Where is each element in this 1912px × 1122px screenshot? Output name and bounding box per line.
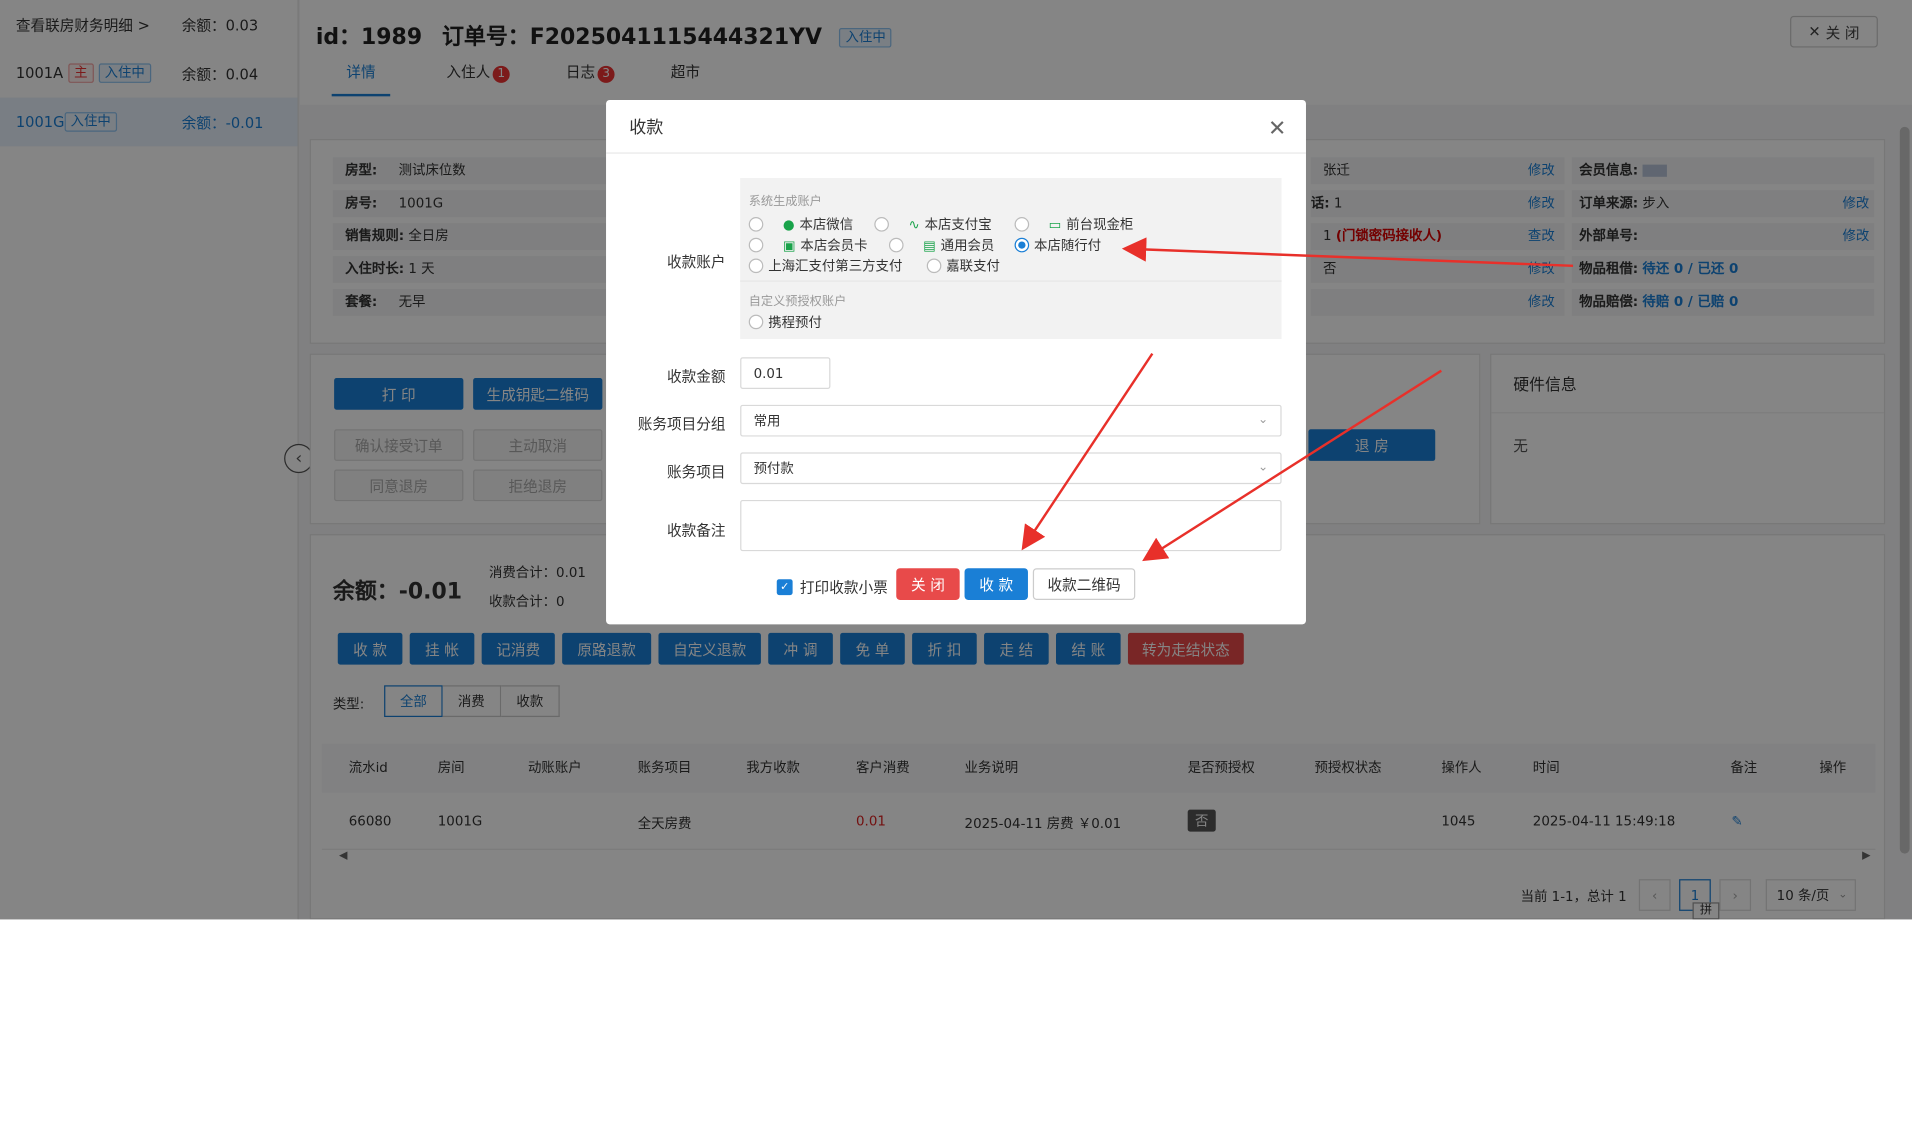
chevron-down-icon: ⌄ (1257, 413, 1269, 427)
custom-account-group: 自定义预授权账户 (748, 295, 847, 309)
option-wechat[interactable]: ● 本店微信 (748, 215, 853, 235)
option-suixingfu[interactable]: 本店随行付 (1014, 235, 1101, 255)
wallet-icon: ▣ (782, 237, 796, 254)
amount-label: 收款金额 (666, 368, 726, 386)
amount-input[interactable]: 0.01 (740, 357, 831, 389)
alipay-icon: ∿ (908, 216, 920, 233)
item-select[interactable]: 预付款 ⌄ (740, 452, 1282, 485)
card-icon: ▤ (923, 237, 936, 254)
remark-textarea[interactable] (740, 499, 1282, 552)
account-picker: 系统生成账户 ● 本店微信 ∿ 本店支付宝 ▭ 前台现金柜 ▣ 本店会员卡 ▤ 通用会员 … (740, 178, 1282, 339)
item-group-label: 账务项目分组 (637, 415, 726, 433)
print-receipt-checkbox[interactable]: ✓ 打印收款小票 (776, 577, 888, 598)
chevron-down-icon: ⌄ (1257, 460, 1269, 475)
dialog-title: 收款 (606, 100, 1306, 154)
item-group-select[interactable]: 常用 ⌄ (740, 404, 1282, 437)
option-shanghai-pay[interactable]: 上海汇支付第三方支付 (748, 256, 902, 276)
remark-label: 收款备注 (666, 521, 726, 539)
item-label: 账务项目 (666, 463, 726, 481)
option-ctrip-prepay[interactable]: 携程预付 (748, 312, 822, 332)
receive-payment-dialog: 收款 ✕ 收款账户 系统生成账户 ● 本店微信 ∿ 本店支付宝 ▭ 前台现金柜 ▣ 本店… (606, 99, 1306, 625)
dialog-close-button[interactable]: 关 闭 (896, 568, 960, 600)
monitor-icon: ▭ (1048, 216, 1062, 233)
option-alipay[interactable]: ∿ 本店支付宝 (874, 215, 992, 235)
option-member-card[interactable]: ▣ 本店会员卡 (748, 235, 867, 255)
option-common-member[interactable]: ▤ 通用会员 (888, 235, 994, 255)
option-cash[interactable]: ▭ 前台现金柜 (1014, 215, 1133, 235)
receive-qr-button[interactable]: 收款二维码 (1032, 568, 1136, 600)
confirm-receive-button[interactable]: 收 款 (964, 568, 1028, 600)
wechat-icon: ● (782, 216, 795, 233)
check-icon: ✓ (776, 579, 793, 596)
option-jialian-pay[interactable]: 嘉联支付 (926, 256, 1000, 276)
app-canvas: 查看联房财务明细 > 余额：0.03 1001A 主 入住中 余额：0.04 1… (0, 0, 1912, 920)
system-account-group: 系统生成账户 (748, 195, 822, 209)
account-label: 收款账户 (666, 253, 726, 271)
close-icon[interactable]: ✕ (1268, 116, 1286, 142)
